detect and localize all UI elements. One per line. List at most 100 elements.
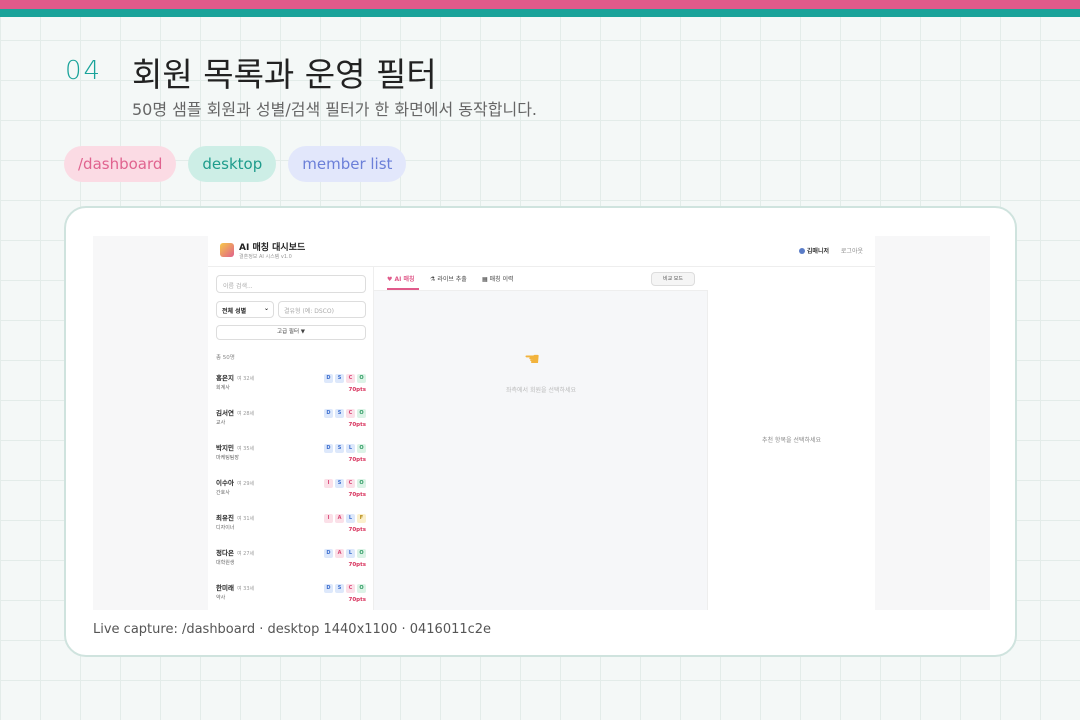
type-badge: I bbox=[324, 479, 333, 488]
type-badges: D S C O bbox=[324, 409, 366, 418]
type-badges: D S L O bbox=[324, 444, 366, 453]
type-badges: D A L O bbox=[324, 549, 366, 558]
app-header: AI 매칭 대시보드 결혼정보 AI 시스템 v1.0 김매니저 로그아웃 bbox=[208, 236, 875, 267]
dashboard-app: AI 매칭 대시보드 결혼정보 AI 시스템 v1.0 김매니저 로그아웃 이름… bbox=[208, 236, 875, 610]
tab-ai-match[interactable]: ♥ AI 매칭 bbox=[387, 274, 415, 283]
list-item[interactable]: 정다은 여 27세 대학원생 D A L O 70pts bbox=[208, 542, 374, 577]
tab-live-extract[interactable]: ⚗ 라이브 추출 bbox=[430, 274, 467, 283]
gender-select[interactable]: 전체 성별 ⌄ bbox=[216, 301, 274, 318]
gender-select-value: 전체 성별 bbox=[222, 308, 247, 315]
capture-caption: Live capture: /dashboard · desktop 1440x… bbox=[93, 622, 492, 637]
member-points: 70pts bbox=[348, 527, 367, 533]
member-job: 회계사 bbox=[216, 385, 230, 391]
pointing-hand-icon: ☚ bbox=[524, 349, 541, 370]
user-menu[interactable]: 김매니저 bbox=[798, 246, 829, 255]
type-badge: L bbox=[346, 444, 355, 453]
type-badges: I A L F bbox=[324, 514, 366, 523]
type-badge: C bbox=[346, 409, 355, 418]
member-name: 최유진 bbox=[216, 514, 234, 522]
member-job: 교사 bbox=[216, 420, 226, 426]
logout-link[interactable]: 로그아웃 bbox=[841, 246, 863, 255]
top-accent-bar-pink bbox=[0, 0, 1080, 9]
type-badge: O bbox=[357, 409, 366, 418]
slide-number: 04 bbox=[65, 56, 103, 86]
chevron-down-icon: ⌄ bbox=[263, 305, 269, 312]
member-age: 여 33세 bbox=[236, 586, 255, 592]
logo-icon bbox=[220, 243, 234, 257]
slide-subtitle: 50명 샘플 회원과 성별/검색 필터가 한 화면에서 동작합니다. bbox=[132, 100, 537, 119]
member-name: 홍은지 bbox=[216, 374, 234, 382]
type-filter-input[interactable]: 결유형 (예: DSCO) bbox=[278, 301, 366, 318]
list-item[interactable]: 홍은지 여 32세 회계사 D S C O 70pts bbox=[208, 367, 374, 402]
type-badge: L bbox=[346, 514, 355, 523]
type-badge: C bbox=[346, 374, 355, 383]
member-age: 여 32세 bbox=[236, 376, 255, 382]
search-input[interactable]: 이름 검색... bbox=[216, 275, 366, 293]
app-subtitle: 결혼정보 AI 시스템 v1.0 bbox=[239, 254, 292, 260]
type-badge: O bbox=[357, 584, 366, 593]
calendar-icon: ▦ bbox=[482, 276, 488, 283]
user-name: 김매니저 bbox=[806, 248, 829, 255]
list-item[interactable]: 김서연 여 28세 교사 D S C O 70pts bbox=[208, 402, 374, 437]
type-badges: D S C O bbox=[324, 374, 366, 383]
member-job: 약사 bbox=[216, 595, 226, 601]
empty-state-hint: 좌측에서 회원을 선택하세요 bbox=[505, 387, 577, 394]
type-badge: C bbox=[346, 584, 355, 593]
member-age: 여 31세 bbox=[236, 516, 255, 522]
member-points: 70pts bbox=[348, 457, 367, 463]
screenshot-card: AI 매칭 대시보드 결혼정보 AI 시스템 v1.0 김매니저 로그아웃 이름… bbox=[64, 206, 1017, 657]
type-badge: F bbox=[357, 514, 366, 523]
type-badge: D bbox=[324, 444, 333, 453]
member-age: 여 29세 bbox=[236, 481, 255, 487]
list-item[interactable]: 박지민 여 35세 마케팅팀장 D S L O 70pts bbox=[208, 437, 374, 472]
heart-icon: ♥ bbox=[387, 276, 393, 283]
advanced-filter-button[interactable]: 고급 필터 ▼ bbox=[216, 325, 366, 340]
list-item[interactable]: 이수아 여 29세 간호사 I S C O 70pts bbox=[208, 472, 374, 507]
member-name: 이수아 bbox=[216, 479, 234, 487]
type-badge: O bbox=[357, 549, 366, 558]
member-sidebar: 이름 검색... 전체 성별 ⌄ 결유형 (예: DSCO) 고급 필터 ▼ 총 … bbox=[208, 267, 374, 610]
type-badges: I S C O bbox=[324, 479, 366, 488]
member-name: 한미래 bbox=[216, 584, 234, 592]
type-badge: O bbox=[357, 479, 366, 488]
type-badge: A bbox=[335, 549, 344, 558]
type-badge: O bbox=[357, 444, 366, 453]
type-badge: S bbox=[335, 444, 344, 453]
list-item[interactable]: 최유진 여 31세 디자이너 I A L F 70pts bbox=[208, 507, 374, 542]
recommendation-panel: 추천 항목을 선택하세요 bbox=[708, 267, 875, 610]
tab-match-history[interactable]: ▦ 매칭 이력 bbox=[482, 274, 514, 283]
type-badge: S bbox=[335, 584, 344, 593]
member-name: 정다은 bbox=[216, 549, 234, 557]
member-points: 70pts bbox=[348, 387, 367, 393]
tag-route: /dashboard bbox=[64, 146, 177, 182]
type-badge: D bbox=[324, 374, 333, 383]
type-badge: S bbox=[335, 409, 344, 418]
tab-bar: ♥ AI 매칭 ⚗ 라이브 추출 ▦ 매칭 이력 비교 모드 bbox=[374, 267, 708, 291]
type-badge: L bbox=[346, 549, 355, 558]
member-job: 마케팅팀장 bbox=[216, 455, 240, 461]
list-item[interactable]: 한미래 여 33세 약사 D S C O 70pts bbox=[208, 577, 374, 610]
type-badges: D S C O bbox=[324, 584, 366, 593]
tag-list: /dashboard desktop member list bbox=[64, 146, 407, 182]
type-badge: A bbox=[335, 514, 344, 523]
type-badge: S bbox=[335, 374, 344, 383]
match-panel: ♥ AI 매칭 ⚗ 라이브 추출 ▦ 매칭 이력 비교 모드 ☚ 좌측에서 회원… bbox=[374, 267, 708, 610]
member-points: 70pts bbox=[348, 597, 367, 603]
user-icon bbox=[798, 248, 805, 254]
compare-mode-button[interactable]: 비교 모드 bbox=[651, 272, 695, 286]
type-badge: S bbox=[335, 479, 344, 488]
type-badge: I bbox=[324, 514, 333, 523]
top-accent-bar-teal bbox=[0, 9, 1080, 17]
capture-frame: AI 매칭 대시보드 결혼정보 AI 시스템 v1.0 김매니저 로그아웃 이름… bbox=[93, 236, 990, 610]
recommendation-hint: 추천 항목을 선택하세요 bbox=[761, 437, 821, 444]
member-points: 70pts bbox=[348, 562, 367, 568]
member-job: 디자이너 bbox=[216, 525, 235, 531]
type-badge: D bbox=[324, 409, 333, 418]
slide-title: 회원 목록과 운영 필터 bbox=[132, 55, 437, 94]
type-badge: D bbox=[324, 549, 333, 558]
flask-icon: ⚗ bbox=[430, 276, 436, 283]
tag-device: desktop bbox=[188, 146, 277, 182]
member-name: 김서연 bbox=[216, 409, 234, 417]
member-points: 70pts bbox=[348, 492, 367, 498]
member-age: 여 27세 bbox=[236, 551, 255, 557]
